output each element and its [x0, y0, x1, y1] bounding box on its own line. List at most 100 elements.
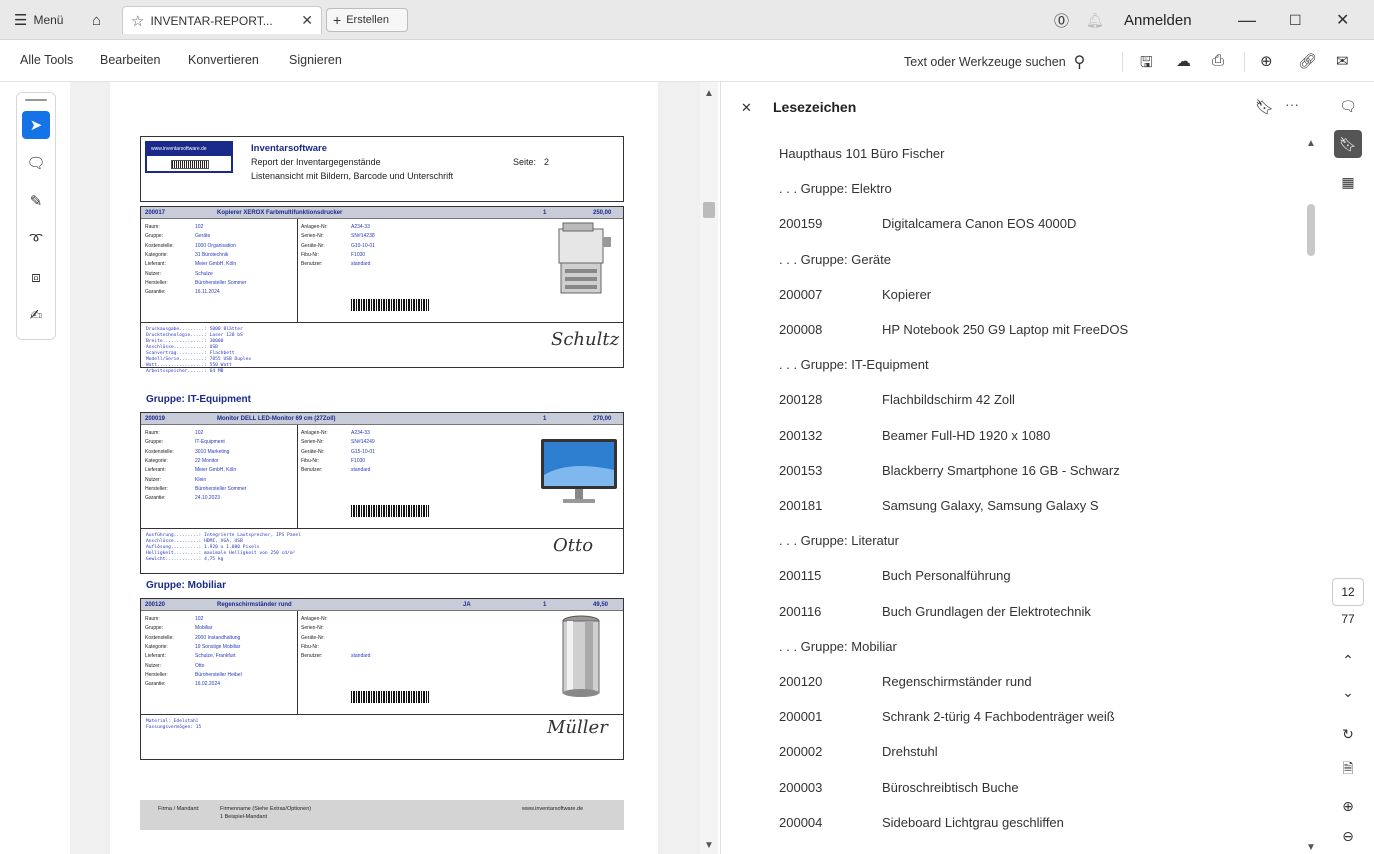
- bookmark-item[interactable]: 200116 Buch Grundlagen der Elektrotechnik: [779, 604, 1091, 619]
- search-tools-button[interactable]: Text oder Werkzeuge suchen ⚲: [904, 52, 1085, 72]
- zoom-in-icon[interactable]: ⊕: [1334, 792, 1362, 820]
- report-page-number: Seite: 2: [513, 157, 549, 167]
- report-header: www.inventarsoftware.de Inventarsoftware…: [140, 136, 624, 202]
- help-icon[interactable]: ⓪: [1054, 8, 1069, 32]
- add-bookmark-icon[interactable]: 🔖︎: [1255, 98, 1274, 116]
- item-field: Raum: 102: [145, 429, 203, 437]
- bookmark-item[interactable]: 200153 Blackberry Smartphone 16 GB - Schw…: [779, 463, 1120, 478]
- thumbnails-icon[interactable]: ▦: [1334, 168, 1362, 196]
- bookmark-item[interactable]: 200128 Flachbildschirm 42 Zoll: [779, 392, 1015, 407]
- bookmark-item[interactable]: 200181 Samsung Galaxy, Samsung Galaxy S: [779, 498, 1099, 513]
- item-field: Nutzer: Schulze: [145, 270, 213, 278]
- bookmarks-scrollbar[interactable]: ▲ ▼: [1303, 134, 1319, 854]
- scroll-down-icon[interactable]: ▼: [704, 840, 714, 851]
- bookmark-item[interactable]: 200120 Regenschirmständer rund: [779, 674, 1032, 689]
- pen-icon[interactable]: ✎: [22, 187, 50, 215]
- link-icon[interactable]: 🔗︎: [1298, 52, 1317, 70]
- page-label: Seite:: [513, 157, 537, 167]
- cloud-upload-icon[interactable]: ☁︎: [1176, 52, 1191, 70]
- item-qty: 1: [543, 416, 547, 422]
- bookmark-item[interactable]: . . . Gruppe: Literatur: [779, 533, 899, 548]
- stamp-icon[interactable]: ✍︎: [22, 301, 50, 329]
- next-page-icon[interactable]: ⌄: [1334, 678, 1362, 706]
- bookmark-item[interactable]: 200008 HP Notebook 250 G9 Laptop mit Free…: [779, 322, 1128, 337]
- close-window-icon[interactable]: ✕: [1336, 8, 1349, 32]
- field-value: F1030: [351, 251, 366, 258]
- menu-label: Menü: [33, 13, 64, 27]
- bookmark-label: Beamer Full-HD 1920 x 1080: [882, 427, 1051, 443]
- bookmark-item[interactable]: 200007 Kopierer: [779, 287, 931, 302]
- create-button[interactable]: + Erstellen: [326, 8, 408, 32]
- menu-sign[interactable]: Signieren: [289, 53, 342, 67]
- select-cursor-icon[interactable]: ➤: [22, 111, 50, 139]
- page-number-input[interactable]: 12: [1332, 578, 1364, 606]
- inventory-item: 200120 Regenschirmständer rund JA 1 49,50 Rau…: [140, 598, 624, 760]
- item-field: Lieferant: Meier GmbH, Köln: [145, 260, 236, 268]
- document-scrollbar[interactable]: ▲ ▼: [700, 82, 718, 854]
- more-options-icon[interactable]: ···: [1285, 96, 1299, 112]
- print-icon[interactable]: ⎙: [1212, 52, 1224, 69]
- star-icon[interactable]: ☆: [131, 12, 144, 30]
- bookmark-item[interactable]: . . . Gruppe: IT-Equipment: [779, 357, 929, 372]
- scroll-up-icon[interactable]: ▲: [704, 88, 714, 99]
- bookmarks-icon[interactable]: 🔖︎: [1334, 130, 1362, 158]
- page-value: 2: [544, 157, 550, 167]
- login-button[interactable]: Anmelden: [1124, 8, 1192, 32]
- bookmark-item[interactable]: 200004 Sideboard Lichtgrau geschliffen: [779, 815, 1064, 830]
- zoom-out-icon[interactable]: ⊖: [1334, 822, 1362, 850]
- scroll-up-icon[interactable]: ▲: [1306, 138, 1316, 149]
- item-flag: JA: [463, 602, 471, 608]
- item-field: Geräte-Nr: G15-10-01: [301, 448, 375, 456]
- close-panel-icon[interactable]: ✕: [741, 100, 752, 116]
- toolbar-grip[interactable]: [25, 99, 47, 101]
- bookmark-item[interactable]: 200132 Beamer Full-HD 1920 x 1080: [779, 428, 1050, 443]
- minimize-icon[interactable]: —: [1238, 8, 1256, 32]
- field-label: Nutzer:: [145, 270, 162, 277]
- menu-button[interactable]: ☰ Menü: [14, 8, 74, 32]
- bookmark-item[interactable]: 200003 Büroschreibtisch Buche: [779, 780, 1019, 795]
- share-icon[interactable]: ⊕: [1260, 52, 1273, 70]
- page-fit-icon[interactable]: 🗎︎: [1334, 756, 1362, 784]
- scroll-down-icon[interactable]: ▼: [1306, 842, 1316, 853]
- field-label: Nutzer:: [145, 662, 162, 669]
- comments-icon[interactable]: 🗨︎: [1334, 92, 1362, 120]
- field-value: 3010 Marketing: [195, 448, 230, 455]
- mail-icon[interactable]: ✉: [1336, 52, 1349, 70]
- bookmarks-title: Lesezeichen: [773, 99, 857, 115]
- page-total: 77: [1341, 612, 1355, 626]
- scroll-thumb[interactable]: [1307, 204, 1315, 256]
- item-field: Kategorie: 19 Sonstige Mobiliar: [145, 643, 240, 651]
- field-value: standard: [351, 261, 371, 268]
- home-icon[interactable]: ⌂: [92, 8, 114, 32]
- field-label: Geräte-Nr:: [301, 634, 325, 641]
- bookmark-item[interactable]: Haupthaus 101 Büro Fischer: [779, 146, 944, 161]
- field-label: Anlagen-Nr:: [301, 430, 328, 436]
- rotate-icon[interactable]: ↻: [1334, 720, 1362, 748]
- bookmark-item[interactable]: . . . Gruppe: Geräte: [779, 252, 891, 267]
- bookmark-item[interactable]: . . . Gruppe: Mobiliar: [779, 639, 897, 654]
- maximize-icon[interactable]: ☐: [1289, 8, 1302, 32]
- close-tab-icon[interactable]: ✕: [301, 12, 313, 29]
- menu-all-tools[interactable]: Alle Tools: [20, 53, 73, 67]
- bookmark-item[interactable]: 200115 Buch Personalführung: [779, 568, 1011, 583]
- bell-icon[interactable]: 🔔︎: [1086, 8, 1104, 32]
- menu-edit[interactable]: Bearbeiten: [100, 53, 160, 67]
- save-icon[interactable]: 🖫︎: [1140, 52, 1153, 77]
- lasso-icon[interactable]: ➰︎: [22, 225, 50, 253]
- bookmark-item[interactable]: 200001 Schrank 2-türig 4 Fachbodenträger …: [779, 709, 1115, 724]
- search-tools-label: Text oder Werkzeuge suchen: [904, 55, 1066, 69]
- document-tab[interactable]: ☆ INVENTAR-REPORT... ✕: [122, 6, 322, 34]
- previous-page-icon[interactable]: ⌃: [1334, 646, 1362, 674]
- bookmark-label: Flachbildschirm 42 Zoll: [882, 392, 1015, 408]
- scroll-thumb[interactable]: [703, 202, 715, 218]
- bookmark-id: 200004: [779, 814, 823, 830]
- comment-icon[interactable]: 🗨︎: [22, 149, 50, 177]
- bookmark-item[interactable]: 200159 Digitalcamera Canon EOS 4000D: [779, 216, 1076, 231]
- bookmark-id: 200002: [779, 744, 823, 760]
- field-label: Raum:: [145, 224, 160, 230]
- menu-convert[interactable]: Konvertieren: [188, 53, 259, 67]
- bookmark-item[interactable]: . . . Gruppe: Elektro: [779, 181, 892, 196]
- text-box-icon[interactable]: ⧈: [22, 263, 50, 291]
- bookmark-item[interactable]: 200002 Drehstuhl: [779, 744, 938, 759]
- field-label: Kostenstelle:: [145, 634, 174, 641]
